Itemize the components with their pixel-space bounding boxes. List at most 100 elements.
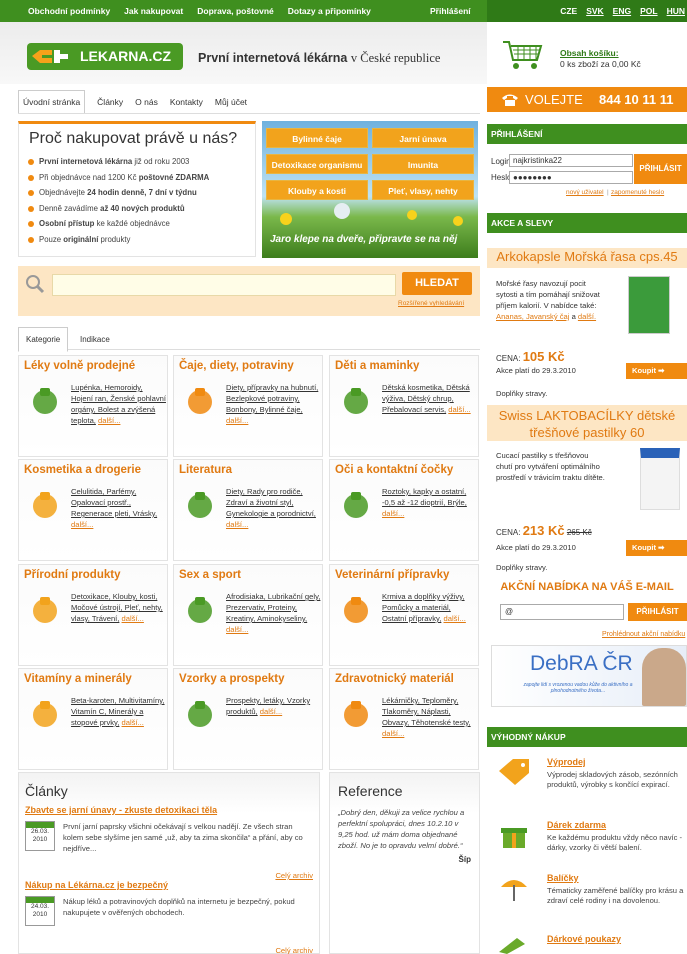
tab-home[interactable]: Úvodní stránka	[18, 90, 86, 113]
nav-doprava[interactable]: Doprava, poštovné	[197, 6, 274, 16]
category-links[interactable]: Dětská kosmetika, Dětská výživa, Dětský …	[382, 382, 477, 415]
buy-button[interactable]: Koupit ➡	[626, 363, 687, 379]
category-more-link[interactable]: další...	[122, 614, 144, 623]
buy-button[interactable]: Koupit ➡	[626, 540, 687, 556]
login-button[interactable]: PŘIHLÁSIT	[634, 154, 687, 184]
category-title[interactable]: Přírodní produkty	[24, 569, 120, 581]
good-buy-title[interactable]: Dárek zdarma	[547, 820, 606, 830]
category-links[interactable]: Krmiva a doplňky výživy, Pomůcky a mater…	[382, 591, 477, 624]
nav-jak-nakupovat[interactable]: Jak nakupovat	[124, 6, 183, 16]
category-more-link[interactable]: další...	[71, 520, 93, 529]
category-title[interactable]: Zdravotnický materiál	[335, 673, 454, 685]
category-link-list[interactable]: Roztoky, kapky a ostatní, -0,5 až -12 di…	[382, 487, 467, 507]
product-image[interactable]	[640, 448, 680, 510]
cart-title[interactable]: Obsah košíku:	[560, 48, 619, 58]
good-buy-item[interactable]: Dárek zdarma Ke každému produktu vždy ně…	[497, 820, 682, 852]
category-links[interactable]: Lupénka, Hemoroidy, Hojení ran, Ženské p…	[71, 382, 166, 426]
category-title[interactable]: Vzorky a prospekty	[179, 673, 284, 685]
category-title[interactable]: Vitamíny a minerály	[24, 673, 132, 685]
promo-joints[interactable]: Klouby a kosti	[266, 180, 368, 200]
search-input[interactable]	[52, 274, 396, 296]
tab-about[interactable]: O nás	[135, 97, 158, 107]
email-subscribe-button[interactable]: PŘIHLÁSIT	[628, 603, 687, 621]
password-input[interactable]: ●●●●●●●●	[509, 171, 633, 184]
forgot-password-link[interactable]: zapomenuté heslo	[611, 189, 664, 196]
category-title[interactable]: Čaje, diety, potraviny	[179, 360, 294, 372]
debra-banner[interactable]: DebRA ČR zapojte lidi s vrozenou vadou k…	[491, 645, 687, 707]
good-buy-title[interactable]: Dárkové poukazy	[547, 934, 621, 944]
nav-dotazy[interactable]: Dotazy a připomínky	[288, 6, 371, 16]
cart-box[interactable]: Obsah košíku: 0 ks zboží za 0,00 Kč	[487, 22, 687, 85]
category-more-link[interactable]: další...	[382, 509, 404, 518]
promo-skin[interactable]: Pleť, vlasy, nehty	[372, 180, 474, 200]
category-links[interactable]: Lékárničky, Teploměry, Tlakoměry, Náplas…	[382, 695, 477, 739]
good-buy-item[interactable]: Výprodej Výprodej skladových zásob, sezó…	[497, 757, 678, 789]
good-buy-item[interactable]: Balíčky Tématicky zaměřené balíčky pro k…	[497, 873, 683, 905]
category-more-link[interactable]: další...	[382, 729, 404, 738]
category-link-list[interactable]: Diety, Rady pro rodiče, Zdraví a životní…	[226, 487, 316, 518]
category-more-link[interactable]: další...	[444, 614, 466, 623]
category-title[interactable]: Kosmetika a drogerie	[24, 464, 141, 476]
promo-immunity[interactable]: Imunita	[372, 154, 474, 174]
search-button[interactable]: HLEDAT	[402, 272, 472, 295]
category-more-link[interactable]: další...	[260, 707, 282, 716]
category-links[interactable]: Diety, Rady pro rodiče, Zdraví a životní…	[226, 486, 321, 530]
view-offers-link[interactable]: Prohlédnout akční nabídku	[602, 631, 685, 638]
tab-account[interactable]: Můj účet	[215, 97, 247, 107]
lang-eng[interactable]: ENG	[613, 6, 631, 16]
promo-spring-fatigue[interactable]: Jarní únava	[372, 128, 474, 148]
archive-link[interactable]: Celý archiv	[275, 946, 313, 954]
tab-indications[interactable]: Indikace	[80, 335, 110, 344]
product-image[interactable]	[628, 276, 670, 334]
product-desc-links[interactable]: Ananas, Javanský čaj	[496, 312, 569, 321]
category-links[interactable]: Detoxikace, Klouby, kosti, Močové ústroj…	[71, 591, 166, 624]
category-title[interactable]: Léky volně prodejné	[24, 360, 135, 372]
category-title[interactable]: Děti a maminky	[335, 360, 419, 372]
good-buy-title[interactable]: Výprodej	[547, 757, 586, 767]
category-link-list[interactable]: Afrodisiaka, Lubrikační gely, Prezervati…	[226, 592, 320, 623]
category-link-list[interactable]: Beta-karoten, Multivitamíny, Vitamín C, …	[71, 696, 165, 727]
category-more-link[interactable]: další...	[226, 416, 248, 425]
good-buy-item[interactable]: Dárkové poukazy	[497, 934, 621, 954]
tab-categories[interactable]: Kategorie	[18, 327, 69, 352]
category-more-link[interactable]: další...	[448, 405, 470, 414]
category-links[interactable]: Prospekty, letáky, Vzorky produktů, dalš…	[226, 695, 321, 717]
category-links[interactable]: Diety, přípravky na hubnutí, Bezlepkové …	[226, 382, 321, 426]
new-user-link[interactable]: nový uživatel	[566, 189, 604, 196]
category-title[interactable]: Literatura	[179, 464, 232, 476]
tab-articles[interactable]: Články	[97, 97, 123, 107]
category-more-link[interactable]: další...	[122, 718, 144, 727]
site-logo[interactable]: LEKARNA.CZ	[27, 43, 183, 70]
lang-pol[interactable]: POL	[640, 6, 657, 16]
product-title[interactable]: Arkokapsle Mořská řasa cps.45	[487, 248, 687, 268]
login-input[interactable]: najkristinka22	[509, 154, 633, 167]
category-title[interactable]: Sex a sport	[179, 569, 241, 581]
archive-link[interactable]: Celý archiv	[275, 871, 313, 880]
category-links[interactable]: Celulitida, Parfémy, Opalovací prostř., …	[71, 486, 166, 530]
nav-obchodni-podminky[interactable]: Obchodní podmínky	[28, 6, 110, 16]
lang-cze[interactable]: CZE	[560, 6, 577, 16]
category-links[interactable]: Beta-karoten, Multivitamíny, Vitamín C, …	[71, 695, 166, 728]
category-link-list[interactable]: Lékárničky, Teploměry, Tlakoměry, Náplas…	[382, 696, 471, 727]
product-title[interactable]: Swiss LAKTOBACÍLKY dětské třešňové pasti…	[487, 405, 687, 441]
article-title[interactable]: Zbavte se jarní únavy - zkuste detoxikac…	[25, 805, 217, 815]
login-link[interactable]: Přihlášení	[430, 6, 471, 16]
advanced-search-link[interactable]: Rozšířené vyhledávání	[398, 300, 464, 307]
promo-detox[interactable]: Detoxikace organismu	[266, 154, 368, 174]
email-input[interactable]: @	[500, 604, 624, 620]
category-link-list[interactable]: Detoxikace, Klouby, kosti, Močové ústroj…	[71, 592, 163, 623]
category-more-link[interactable]: další...	[226, 625, 248, 634]
category-link-list[interactable]: Diety, přípravky na hubnutí, Bezlepkové …	[226, 383, 318, 414]
product-desc-more[interactable]: další.	[578, 312, 596, 321]
good-buy-title[interactable]: Balíčky	[547, 873, 579, 883]
category-more-link[interactable]: další...	[226, 520, 248, 529]
category-links[interactable]: Afrodisiaka, Lubrikační gely, Prezervati…	[226, 591, 321, 635]
category-more-link[interactable]: další...	[98, 416, 120, 425]
lang-svk[interactable]: SVK	[586, 6, 603, 16]
promo-herbal-teas[interactable]: Bylinné čaje	[266, 128, 368, 148]
category-link-list[interactable]: Celulitida, Parfémy, Opalovací prostř., …	[71, 487, 157, 518]
tab-contacts[interactable]: Kontakty	[170, 97, 203, 107]
lang-hun[interactable]: HUN	[667, 6, 685, 16]
category-title[interactable]: Veterinární přípravky	[335, 569, 449, 581]
category-links[interactable]: Roztoky, kapky a ostatní, -0,5 až -12 di…	[382, 486, 477, 519]
